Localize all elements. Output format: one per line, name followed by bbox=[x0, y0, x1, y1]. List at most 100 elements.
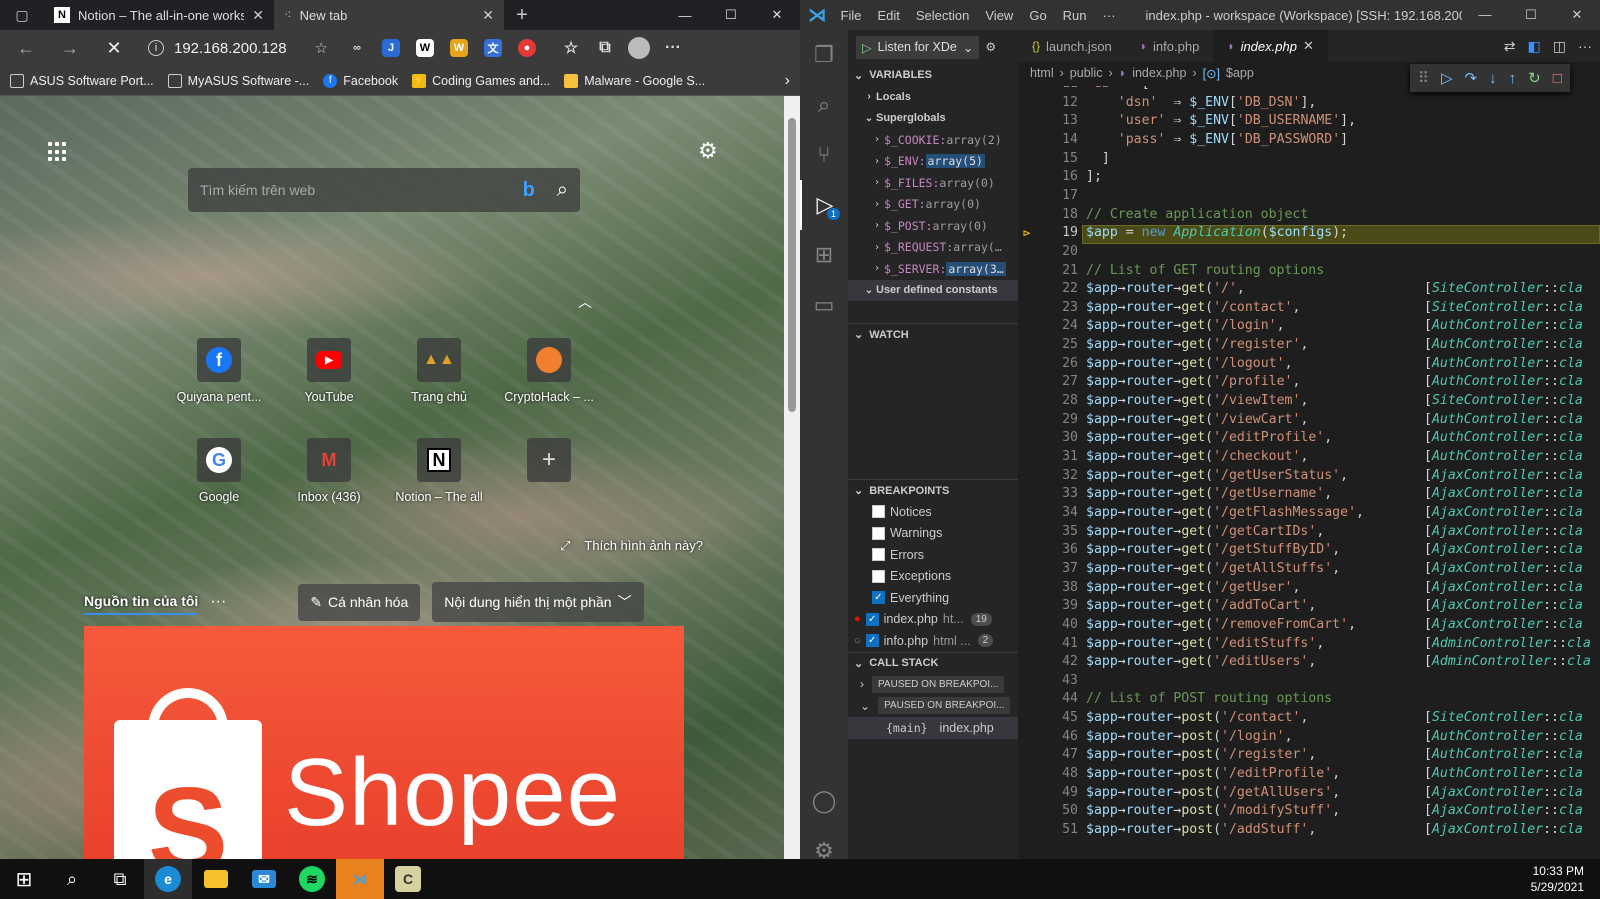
watch-section-header[interactable]: ⌄ WATCH bbox=[848, 323, 1018, 345]
line-number[interactable]: 16 bbox=[1018, 169, 1078, 184]
step-out-icon[interactable]: ↑ bbox=[1509, 70, 1517, 87]
file-explorer-icon[interactable] bbox=[192, 859, 240, 899]
line-number[interactable]: 40 bbox=[1018, 617, 1078, 632]
line-number[interactable]: 41 bbox=[1018, 636, 1078, 651]
line-number[interactable]: 24 bbox=[1018, 318, 1078, 333]
code-line[interactable]: $app→router→get('/editStuffs', bbox=[1086, 636, 1324, 651]
start-button[interactable]: ⊞ bbox=[0, 859, 48, 899]
breakpoint-item[interactable]: ● ✓ index.php ht... 19 bbox=[848, 609, 1018, 631]
code-line[interactable]: $app→router→get('/profile', bbox=[1086, 374, 1300, 389]
line-number[interactable]: 31 bbox=[1018, 449, 1078, 464]
code-line[interactable]: $app→router→post('/editProfile', bbox=[1086, 766, 1340, 781]
code-line[interactable]: $app→router→get('/getCartIDs', bbox=[1086, 524, 1324, 539]
add-favorite-icon[interactable]: ☆ bbox=[315, 39, 328, 57]
tab-info-php[interactable]: ◗ info.php bbox=[1126, 30, 1214, 62]
tab-actions-icon[interactable]: ▢ bbox=[0, 0, 44, 30]
controller-ref[interactable]: [AjaxController::cla bbox=[1424, 785, 1583, 800]
exception-breakpoint-option[interactable]: Warnings bbox=[848, 523, 1018, 545]
quick-link-tile[interactable]: ▶ YouTube bbox=[274, 338, 384, 404]
line-number[interactable]: 51 bbox=[1018, 822, 1078, 837]
bookmark-item[interactable]: ASUS Software Port... bbox=[10, 73, 154, 88]
maximize-icon[interactable]: ☐ bbox=[1508, 7, 1554, 23]
exception-breakpoint-option[interactable]: Errors bbox=[848, 544, 1018, 566]
code-line[interactable]: $app→router→get('/logout', bbox=[1086, 356, 1293, 371]
line-number[interactable]: 28 bbox=[1018, 393, 1078, 408]
line-number[interactable]: 15 bbox=[1018, 151, 1078, 166]
expand-icon[interactable]: ⤢ bbox=[560, 538, 570, 554]
quick-link-tile[interactable]: M Inbox (436) bbox=[274, 438, 384, 504]
search-icon[interactable]: ⌕ bbox=[557, 179, 568, 202]
breakpoint-checkbox[interactable] bbox=[872, 569, 885, 583]
breakpoints-section-header[interactable]: ⌄ BREAKPOINTS bbox=[848, 479, 1018, 501]
app-launcher-icon[interactable] bbox=[48, 142, 68, 162]
code-line[interactable]: // Create application object bbox=[1086, 207, 1308, 222]
line-number[interactable]: 26 bbox=[1018, 356, 1078, 371]
debug-config-select[interactable]: ▷ Listen for XDe ⌄ bbox=[856, 35, 980, 59]
exception-breakpoint-option[interactable]: Exceptions bbox=[848, 566, 1018, 588]
variable-row[interactable]: › $_SERVER: array(3… bbox=[848, 258, 1018, 280]
callstack-thread[interactable]: ⌄ PAUSED ON BREAKPOI... bbox=[848, 695, 1018, 717]
line-number[interactable]: 44 bbox=[1018, 691, 1078, 706]
line-number[interactable]: 42 bbox=[1018, 654, 1078, 669]
line-number[interactable]: 11 bbox=[1018, 86, 1078, 91]
code-line[interactable]: $app→router→get('/addToCart', bbox=[1086, 598, 1316, 613]
tab-new-tab[interactable]: ⁖ New tab ✕ bbox=[274, 0, 504, 30]
line-number[interactable]: 32 bbox=[1018, 468, 1078, 483]
line-number[interactable]: 20 bbox=[1018, 244, 1078, 259]
quick-link-tile[interactable]: G Google bbox=[164, 438, 274, 504]
tab-notion[interactable]: N Notion – The all-in-one workspa ✕ bbox=[44, 0, 274, 30]
forward-icon[interactable]: → bbox=[50, 33, 90, 63]
code-line[interactable]: $app→router→post('/register', bbox=[1086, 747, 1316, 762]
callstack-section-header[interactable]: ⌄ CALL STACK bbox=[848, 651, 1018, 674]
code-line[interactable]: $app→router→get('/removeFromCart', bbox=[1086, 617, 1356, 632]
web-search-box[interactable]: Tìm kiếm trên web b ⌕ bbox=[188, 168, 580, 212]
step-over-icon[interactable]: ↷ bbox=[1465, 69, 1478, 87]
personalize-button[interactable]: ✎ Cá nhân hóa bbox=[298, 583, 421, 621]
breadcrumb-item[interactable]: $app bbox=[1226, 66, 1254, 80]
line-number[interactable]: 25 bbox=[1018, 337, 1078, 352]
back-icon[interactable]: ← bbox=[6, 33, 46, 63]
line-number[interactable]: 48 bbox=[1018, 766, 1078, 781]
close-window-icon[interactable]: ✕ bbox=[1554, 7, 1600, 23]
code-line[interactable]: $app→router→get('/viewCart', bbox=[1086, 412, 1308, 427]
split-editor-icon[interactable]: ◫ bbox=[1553, 38, 1566, 55]
controller-ref[interactable]: [AuthController::cla bbox=[1424, 337, 1583, 352]
menu-view[interactable]: View bbox=[985, 8, 1013, 23]
compare-icon[interactable]: ⇄ bbox=[1504, 38, 1516, 55]
quick-link-tile[interactable]: CryptoHack – ... bbox=[494, 338, 604, 404]
line-number[interactable]: 46 bbox=[1018, 729, 1078, 744]
line-number[interactable]: 13 bbox=[1018, 113, 1078, 128]
line-number[interactable]: 50 bbox=[1018, 803, 1078, 818]
code-line[interactable]: $app→router→get('/login', bbox=[1086, 318, 1285, 333]
line-number[interactable]: 18 bbox=[1018, 207, 1078, 222]
controller-ref[interactable]: [SiteController::cla bbox=[1424, 300, 1583, 315]
controller-ref[interactable]: [AjaxController::cla bbox=[1424, 617, 1583, 632]
variable-row[interactable]: › $_FILES: array(0) bbox=[848, 172, 1018, 194]
code-line[interactable]: $app→router→post('/login', bbox=[1086, 729, 1293, 744]
controller-ref[interactable]: [AuthController::cla bbox=[1424, 318, 1583, 333]
menu-more[interactable]: ··· bbox=[1103, 8, 1116, 23]
tab-index-php[interactable]: ◗ index.php ✕ bbox=[1213, 30, 1328, 62]
line-number[interactable]: 21 bbox=[1018, 263, 1078, 278]
callstack-frame[interactable]: {main} index.php bbox=[848, 716, 1018, 739]
code-line[interactable]: $app→router→get('/editUsers', bbox=[1086, 654, 1316, 669]
line-number[interactable]: 33 bbox=[1018, 486, 1078, 501]
variables-section-header[interactable]: ⌄ VARIABLES bbox=[848, 64, 1018, 86]
restart-icon[interactable]: ↻ bbox=[1528, 69, 1541, 87]
breakpoint-checkbox[interactable] bbox=[872, 526, 885, 540]
like-image-link[interactable]: ⤢ Thích hình ảnh này? bbox=[560, 538, 703, 554]
close-tab-icon[interactable]: ✕ bbox=[252, 7, 264, 24]
variables-user-constants[interactable]: ⌄ User defined constants bbox=[848, 279, 1018, 301]
extension-icon[interactable]: ● bbox=[512, 33, 542, 63]
app-taskbar-icon[interactable]: C bbox=[384, 859, 432, 899]
line-number[interactable]: 30 bbox=[1018, 430, 1078, 445]
extension-icon[interactable]: W bbox=[410, 33, 440, 63]
code-line[interactable]: ] bbox=[1086, 151, 1110, 166]
controller-ref[interactable]: [AjaxController::cla bbox=[1424, 542, 1583, 557]
more-menu-icon[interactable]: ··· bbox=[658, 33, 688, 63]
collapse-chevron-up-icon[interactable]: ︿ bbox=[578, 292, 592, 312]
line-number[interactable]: 37 bbox=[1018, 561, 1078, 576]
task-view-icon[interactable]: ⧉ bbox=[96, 859, 144, 899]
line-number[interactable]: 22 bbox=[1018, 281, 1078, 296]
code-line[interactable]: $app→router→post('/modifyStuff', bbox=[1086, 803, 1340, 818]
